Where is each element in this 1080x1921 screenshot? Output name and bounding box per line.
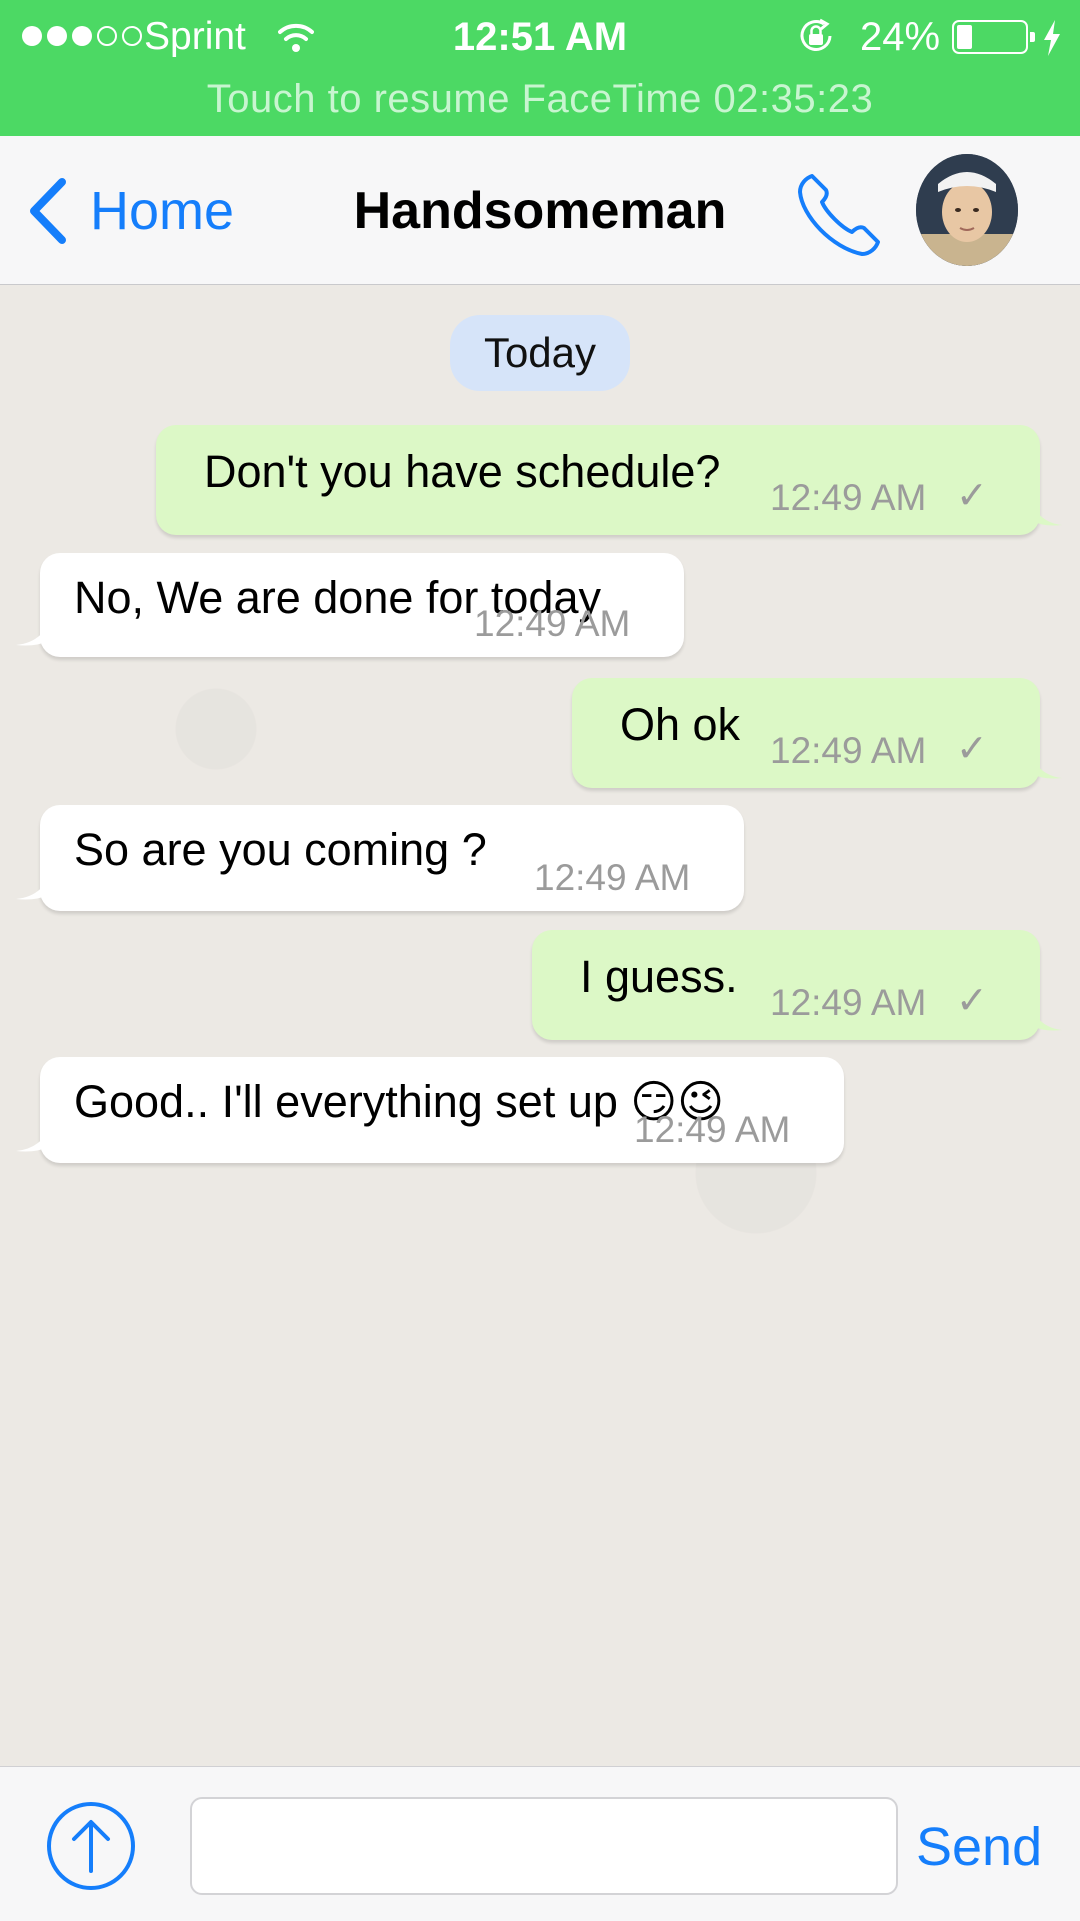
facetime-resume-banner[interactable]: Touch to resume FaceTime 02:35:23 — [0, 74, 1080, 124]
message-time: 12:49 AM — [534, 857, 691, 898]
check-icon: ✓ — [956, 980, 988, 1022]
check-icon: ✓ — [956, 475, 988, 517]
message-input[interactable] — [190, 1797, 898, 1895]
status-bar: Sprint 12:51 AM 24% Touch to resume Face… — [0, 0, 1080, 136]
message-time: 12:49 AM — [770, 982, 927, 1023]
battery-percent: 24% — [860, 15, 941, 59]
upload-arrow-icon[interactable] — [46, 1801, 136, 1891]
bubble-tail — [16, 1131, 48, 1152]
date-separator: Today — [450, 315, 630, 391]
message-text: Good.. I'll everything set up 😏😉 — [74, 1076, 725, 1127]
message-bubble-outgoing[interactable]: Oh ok 12:49 AM ✓ — [572, 678, 1062, 788]
message-bubble-outgoing[interactable]: Don't you have schedule? 12:49 AM ✓ — [156, 425, 1062, 535]
message-time: 12:49 AM — [770, 730, 927, 771]
message-bubble-incoming[interactable]: Good.. I'll everything set up 😏😉 12:49 A… — [16, 1057, 844, 1163]
avatar[interactable] — [916, 154, 1018, 266]
message-text: I guess. — [580, 951, 738, 1002]
bubble-tail — [1032, 758, 1062, 779]
rotation-lock-icon — [800, 18, 832, 51]
message-text: Oh ok — [620, 699, 741, 750]
bubble-tail — [1032, 1010, 1062, 1031]
battery-icon — [952, 20, 1035, 54]
message-bubble-incoming[interactable]: So are you coming ? 12:49 AM — [16, 805, 744, 911]
phone-icon[interactable] — [792, 166, 888, 262]
bubble-tail — [1032, 505, 1062, 526]
message-text: So are you coming ? — [74, 824, 487, 875]
message-time: 12:49 AM — [634, 1109, 791, 1150]
send-button[interactable]: Send — [916, 1807, 1042, 1887]
message-time: 12:49 AM — [770, 477, 927, 518]
message-bubble-outgoing[interactable]: I guess. 12:49 AM ✓ — [532, 930, 1062, 1040]
message-text: Don't you have schedule? — [204, 446, 721, 497]
message-time: 12:49 AM — [474, 603, 631, 644]
input-bar: Send — [0, 1766, 1080, 1921]
avatar-image — [916, 154, 1018, 266]
bubble-tail — [16, 625, 48, 646]
check-icon: ✓ — [956, 728, 988, 770]
message-bubble-incoming[interactable]: No, We are done for today 12:49 AM — [16, 553, 684, 657]
status-row: Sprint 12:51 AM 24% — [0, 0, 1080, 72]
bubble-tail — [16, 879, 48, 900]
nav-bar: Home Handsomeman — [0, 136, 1080, 285]
chat-area[interactable]: Today Don't you have schedule? 12:49 AM … — [0, 285, 1080, 1765]
charging-bolt-icon — [1044, 20, 1060, 56]
